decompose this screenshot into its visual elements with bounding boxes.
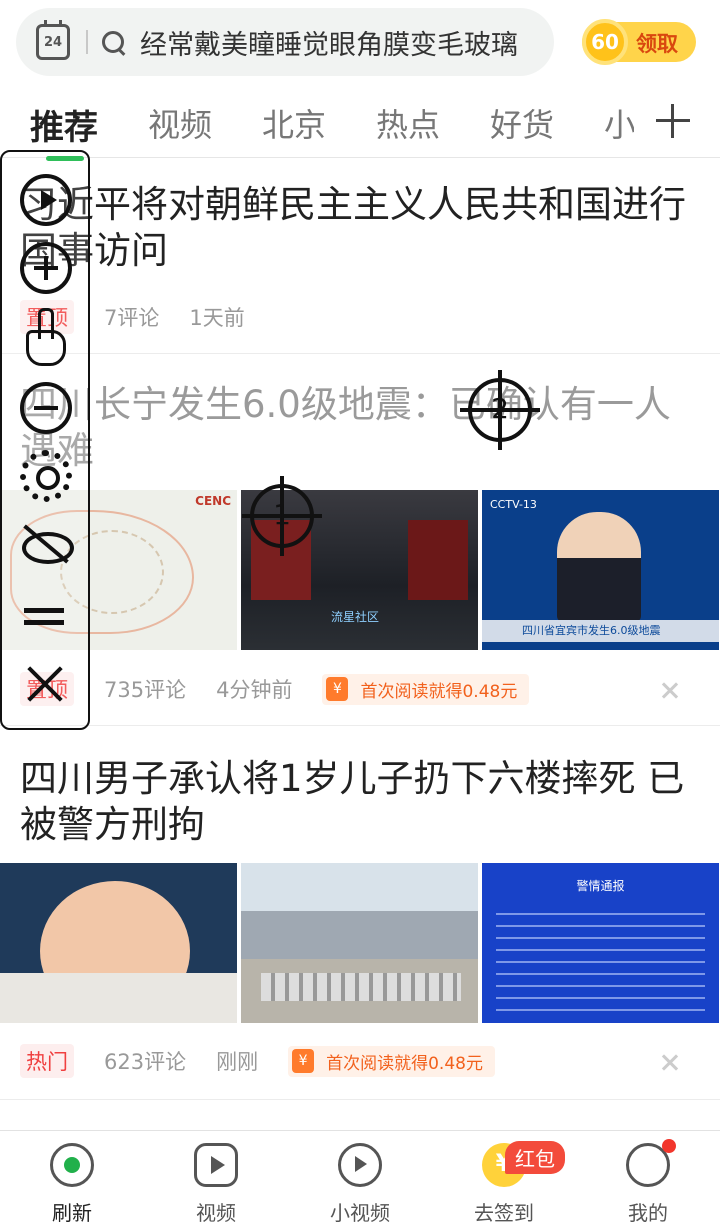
dismiss-icon[interactable] bbox=[660, 680, 680, 700]
nav-label: 我的 bbox=[628, 1201, 668, 1225]
tab-hot[interactable]: 热点 bbox=[376, 100, 440, 146]
marker-number: 1 bbox=[273, 498, 291, 531]
nav-label: 视频 bbox=[196, 1201, 236, 1225]
news-meta: 置顶 735评论 4分钟前 ¥ 首次阅读就得0.48元 bbox=[20, 672, 559, 706]
comment-count: 7评论 bbox=[104, 306, 160, 330]
notice-title: 警情通报 bbox=[576, 879, 625, 893]
nav-video[interactable]: 视频 bbox=[166, 1143, 266, 1226]
close-icon[interactable] bbox=[20, 660, 72, 712]
timestamp: 4分钟前 bbox=[216, 678, 293, 702]
timestamp: 刚刚 bbox=[216, 1050, 259, 1074]
child-photo-image bbox=[0, 863, 237, 1023]
play-icon[interactable] bbox=[20, 174, 72, 226]
remove-icon[interactable] bbox=[20, 382, 72, 434]
gear-icon[interactable] bbox=[20, 450, 72, 502]
timestamp: 1天前 bbox=[189, 306, 245, 330]
coin-icon: ¥ bbox=[326, 677, 349, 701]
coin-icon: 60 bbox=[582, 19, 628, 65]
map-logo: CENC bbox=[195, 494, 231, 508]
notice-text-lines bbox=[496, 903, 705, 1013]
news-title: 习近平将对朝鲜民主主义人民共和国进行国事访问 bbox=[20, 183, 686, 272]
tab-recommend[interactable]: 推荐 bbox=[30, 100, 98, 149]
tap-target-marker: 1 bbox=[242, 476, 322, 556]
reading-bonus: ¥ 首次阅读就得0.48元 bbox=[288, 1045, 495, 1077]
tab-beijing[interactable]: 北京 bbox=[262, 100, 326, 146]
news-item[interactable]: 四川长宁发生6.0级地震：已确认有一人遇难 CENC 流星社区 CCTV-13 … bbox=[0, 354, 720, 726]
notification-dot bbox=[662, 1139, 676, 1153]
tab-video[interactable]: 视频 bbox=[148, 100, 212, 146]
dismiss-icon[interactable] bbox=[660, 1052, 680, 1072]
hot-badge: 热门 bbox=[20, 1044, 74, 1078]
bonus-text: 首次阅读就得0.48元 bbox=[326, 1053, 483, 1074]
police-notice-image: 警情通报 bbox=[482, 863, 719, 1023]
comment-count: 735评论 bbox=[104, 678, 187, 702]
news-item[interactable]: 四川男子承认将1岁儿子扔下六楼摔死 已被警方刑拘 警情通报 热门 623评论 刚… bbox=[0, 726, 720, 1100]
nav-refresh[interactable]: 刷新 bbox=[22, 1143, 122, 1226]
news-ticker: 四川省宜宾市发生6.0级地震 bbox=[482, 620, 719, 642]
search-icon bbox=[100, 29, 126, 55]
nav-label: 刷新 bbox=[52, 1201, 92, 1225]
tap-target-marker: 2 bbox=[460, 370, 540, 450]
thumbnail-row: 警情通报 bbox=[0, 863, 720, 1023]
menu-icon[interactable] bbox=[20, 592, 72, 644]
bottom-nav: 刷新 视频 小视频 去签到 红包 我的 bbox=[0, 1130, 720, 1229]
nav-label: 小视频 bbox=[330, 1201, 390, 1225]
reading-bonus: ¥ 首次阅读就得0.48元 bbox=[322, 673, 530, 705]
news-title: 四川长宁发生6.0级地震：已确认有一人遇难 bbox=[20, 383, 671, 472]
bonus-text: 首次阅读就得0.48元 bbox=[360, 681, 518, 702]
channel-tabs: 推荐 视频 北京 热点 好货 小 bbox=[0, 92, 720, 158]
anchor-figure bbox=[557, 512, 641, 622]
police-building-image bbox=[241, 863, 478, 1023]
nav-label: 去签到 bbox=[474, 1201, 534, 1225]
add-channel-icon[interactable] bbox=[656, 104, 690, 138]
news-item[interactable]: 习近平将对朝鲜民主主义人民共和国进行国事访问 置顶 7评论 1天前 bbox=[0, 160, 720, 354]
floating-toolbar[interactable] bbox=[0, 150, 90, 730]
coin-icon: ¥ bbox=[292, 1049, 315, 1073]
calendar-day: 24 bbox=[43, 34, 63, 50]
tap-gesture-icon[interactable] bbox=[20, 304, 68, 366]
hide-icon[interactable] bbox=[20, 520, 74, 572]
divider bbox=[86, 30, 88, 54]
thumbnail-row: CENC 流星社区 CCTV-13 四川省宜宾市发生6.0级地震 bbox=[0, 490, 720, 650]
short-video-icon bbox=[338, 1143, 382, 1187]
refresh-icon bbox=[50, 1143, 94, 1187]
calendar-icon[interactable]: 24 bbox=[36, 20, 70, 60]
comment-count: 623评论 bbox=[104, 1050, 187, 1074]
marker-number: 2 bbox=[491, 392, 509, 425]
add-icon[interactable] bbox=[20, 242, 72, 294]
video-icon bbox=[194, 1143, 238, 1187]
watermark: 流星社区 bbox=[331, 610, 380, 624]
search-bar[interactable]: 24 经常戴美瞳睡觉眼角膜变毛玻璃 bbox=[16, 8, 554, 76]
news-title: 四川男子承认将1岁儿子扔下六楼摔死 已被警方刑拘 bbox=[20, 757, 685, 846]
claim-label: 领取 bbox=[636, 32, 678, 56]
tv-news-image: CCTV-13 四川省宜宾市发生6.0级地震 bbox=[482, 490, 719, 650]
top-bar: 24 经常戴美瞳睡觉眼角膜变毛玻璃 60 领取 bbox=[0, 0, 720, 90]
nav-me[interactable]: 我的 bbox=[598, 1143, 698, 1226]
tab-goods[interactable]: 好货 bbox=[490, 100, 554, 146]
news-meta: 热门 623评论 刚刚 ¥ 首次阅读就得0.48元 bbox=[20, 1044, 525, 1078]
search-input[interactable]: 经常戴美瞳睡觉眼角膜变毛玻璃 bbox=[140, 23, 530, 62]
nav-short-video[interactable]: 小视频 bbox=[310, 1143, 410, 1226]
drag-handle[interactable] bbox=[46, 156, 84, 161]
tab-small-video[interactable]: 小 bbox=[604, 100, 634, 146]
coin-reward-button[interactable]: 60 领取 bbox=[582, 19, 696, 65]
channel-logo: CCTV-13 bbox=[490, 498, 537, 511]
red-packet-badge: 红包 bbox=[505, 1141, 565, 1174]
